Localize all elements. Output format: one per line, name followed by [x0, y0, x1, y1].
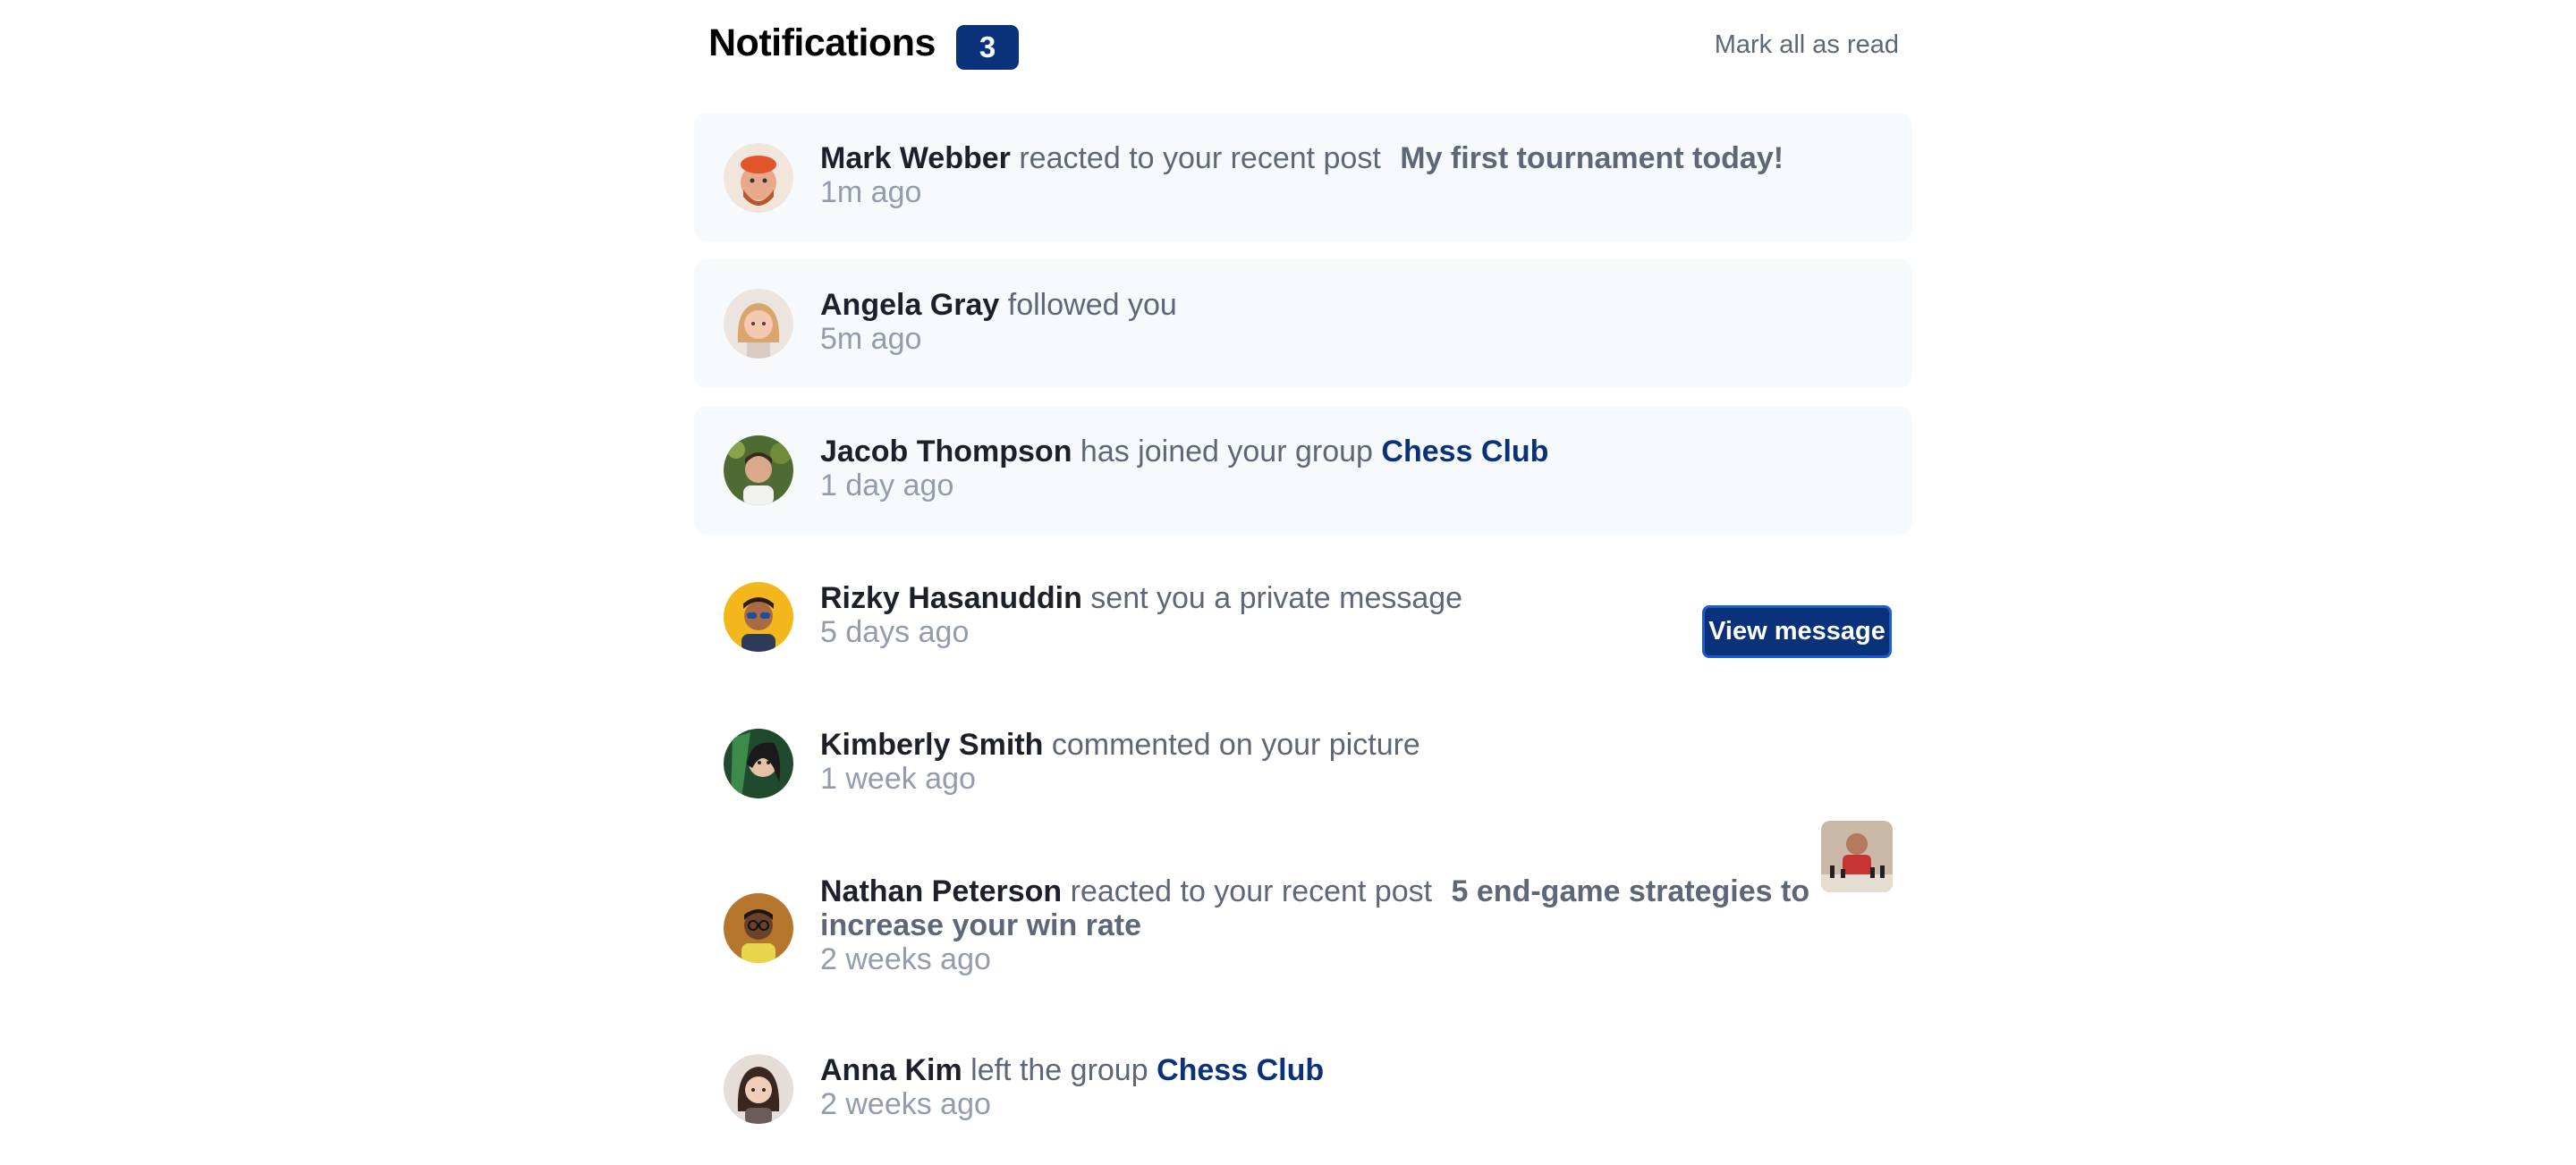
user-name[interactable]: Jacob Thompson [820, 435, 1072, 469]
notification-item[interactable]: Rizky Hasanuddin sent you a private mess… [694, 553, 1912, 681]
notification-item[interactable]: Nathan Peterson reacted to your recent p… [694, 846, 1912, 1007]
notification-item[interactable]: Jacob Thompson has joined your group Che… [694, 406, 1912, 535]
user-name[interactable]: Angela Gray [820, 288, 999, 322]
unread-count-badge: 3 [956, 25, 1019, 70]
notification-text: Kimberly Smith commented on your picture… [820, 728, 1885, 796]
notification-action: sent you a private message [1090, 581, 1463, 615]
notification-text: Angela Gray followed you 5m ago [820, 288, 1885, 356]
timestamp: 5m ago [820, 322, 922, 356]
avatar-angela-gray-icon [724, 289, 793, 359]
notifications-panel: Notifications 3 Mark all as read Mark We… [694, 0, 1912, 1124]
notification-item[interactable]: Mark Webber reacted to your recent post … [694, 113, 1912, 241]
group-link[interactable]: Chess Club [1157, 1053, 1324, 1087]
user-name[interactable]: Anna Kim [820, 1053, 962, 1087]
avatar-jacob-thompson-icon [724, 435, 793, 505]
user-name[interactable]: Mark Webber [820, 141, 1011, 175]
page-title: Notifications [708, 21, 936, 64]
avatar[interactable] [724, 435, 793, 505]
notification-text: Mark Webber reacted to your recent post … [820, 141, 1885, 209]
view-message-button[interactable]: View message [1702, 605, 1892, 658]
notification-action: left the group [970, 1053, 1148, 1087]
avatar-rizky-hasanuddin-icon [724, 582, 793, 652]
avatar-anna-kim-icon [724, 1054, 793, 1124]
notification-action: has joined your group [1080, 435, 1373, 469]
user-name[interactable]: Nathan Peterson [820, 874, 1062, 908]
user-name[interactable]: Kimberly Smith [820, 728, 1043, 762]
notification-action: reacted to your recent post [1070, 874, 1433, 908]
notification-action: reacted to your recent post [1019, 141, 1381, 175]
avatar[interactable] [724, 1054, 793, 1124]
notifications-header: Notifications 3 Mark all as read [694, 0, 1912, 95]
avatar-mark-webber-icon [724, 143, 793, 213]
notification-text: Anna Kim left the group Chess Club 2 wee… [820, 1053, 1885, 1121]
post-title-link[interactable]: My first tournament today! [1400, 141, 1784, 175]
notification-text: Nathan Peterson reacted to your recent p… [820, 874, 1885, 976]
notification-action: commented on your picture [1051, 728, 1420, 762]
avatar-kimberly-smith-icon [724, 729, 793, 798]
notification-action: followed you [1007, 288, 1177, 322]
timestamp: 2 weeks ago [820, 1087, 991, 1121]
avatar[interactable] [724, 143, 793, 213]
notification-text: Jacob Thompson has joined your group Che… [820, 435, 1885, 502]
timestamp: 2 weeks ago [820, 942, 991, 976]
timestamp: 1m ago [820, 175, 922, 209]
notification-item[interactable]: Angela Gray followed you 5m ago [694, 259, 1912, 388]
avatar[interactable] [724, 289, 793, 359]
timestamp: 1 day ago [820, 469, 954, 502]
notification-item[interactable]: Kimberly Smith commented on your picture… [694, 699, 1912, 892]
timestamp: 1 week ago [820, 762, 976, 796]
group-link[interactable]: Chess Club [1381, 435, 1548, 469]
avatar-nathan-peterson-icon [724, 893, 793, 963]
avatar[interactable] [724, 893, 793, 963]
avatar[interactable] [724, 582, 793, 652]
user-name[interactable]: Rizky Hasanuddin [820, 581, 1082, 615]
notification-item[interactable]: Anna Kim left the group Chess Club 2 wee… [694, 1025, 1912, 1153]
avatar[interactable] [724, 729, 793, 798]
mark-all-as-read-button[interactable]: Mark all as read [1715, 30, 1899, 60]
